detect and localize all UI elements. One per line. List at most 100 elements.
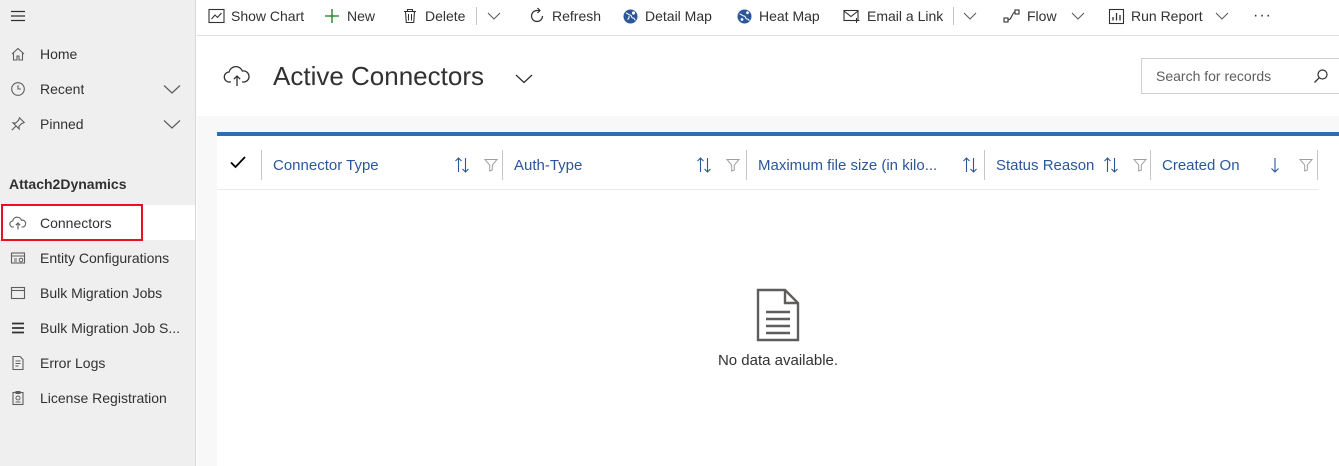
- sidebar-item-pinned[interactable]: Pinned: [0, 106, 195, 141]
- entity-config-icon: [9, 249, 27, 267]
- detail-map-label: Detail Map: [645, 8, 712, 24]
- column-header-connector-type[interactable]: Connector Type: [261, 150, 502, 180]
- show-chart-button[interactable]: Show Chart: [207, 0, 304, 32]
- sidebar-item-label: Pinned: [40, 115, 84, 132]
- search-box: [1141, 58, 1339, 94]
- sidebar-item-label: Bulk Migration Job S...: [40, 319, 181, 336]
- empty-message: No data available.: [717, 352, 839, 369]
- refresh-icon: [528, 7, 546, 25]
- new-button[interactable]: New: [323, 0, 375, 32]
- sort-icon[interactable]: [1103, 156, 1119, 177]
- trash-icon: [401, 7, 419, 25]
- column-label: Connector Type: [273, 156, 379, 174]
- column-label: Auth-Type: [514, 156, 583, 174]
- refresh-label: Refresh: [552, 8, 602, 24]
- delete-button[interactable]: Delete: [401, 0, 465, 32]
- report-icon: [1107, 7, 1125, 25]
- flow-icon: [1003, 7, 1021, 25]
- heat-map-button[interactable]: Heat Map: [735, 0, 820, 32]
- pin-icon: [9, 115, 27, 133]
- chevron-down-icon: [487, 8, 501, 24]
- sidebar-item-label: Connectors: [40, 214, 112, 231]
- sidebar: Home Recent Pinned Attach2Dynamics Conne…: [0, 0, 196, 466]
- email-link-label: Email a Link: [867, 8, 944, 24]
- sidebar-item-home[interactable]: Home: [0, 36, 195, 71]
- sidebar-item-bulk-migration-jobs[interactable]: Bulk Migration Jobs: [0, 275, 195, 310]
- sort-icon[interactable]: [454, 156, 470, 177]
- window-icon: [9, 284, 27, 302]
- license-icon: [9, 389, 27, 407]
- column-header-auth-type[interactable]: Auth-Type: [502, 150, 746, 180]
- main-content: Active Connectors Connector Type: [197, 37, 1339, 466]
- flow-label: Flow: [1027, 8, 1057, 24]
- sidebar-item-error-logs[interactable]: Error Logs: [0, 345, 195, 380]
- sidebar-group-title: Attach2Dynamics: [9, 176, 127, 192]
- command-bar: Show Chart New Delete Refresh Detail Map: [197, 0, 1339, 36]
- empty-state: No data available.: [217, 288, 1339, 369]
- email-link-button[interactable]: Email a Link: [843, 0, 943, 32]
- select-all-checkmark-icon[interactable]: [229, 154, 247, 173]
- sort-icon[interactable]: [696, 156, 712, 177]
- chart-icon: [207, 7, 225, 25]
- sidebar-item-label: Bulk Migration Jobs: [40, 284, 163, 301]
- globe-map-icon: [621, 7, 639, 25]
- view-selector-chevron-icon[interactable]: [515, 71, 533, 87]
- records-grid: Connector Type Auth-Type Maximum file si…: [217, 132, 1339, 466]
- flow-button[interactable]: Flow: [1003, 0, 1085, 32]
- search-icon[interactable]: [1313, 68, 1329, 87]
- chevron-down-icon: [1215, 8, 1229, 24]
- grid-header: Connector Type Auth-Type Maximum file si…: [217, 136, 1319, 190]
- filter-icon[interactable]: [483, 158, 499, 175]
- column-label: Created On: [1162, 156, 1240, 174]
- sidebar-item-label: Home: [40, 45, 78, 62]
- more-commands-button[interactable]: ···: [1253, 0, 1272, 32]
- clock-icon: [9, 80, 27, 98]
- filter-icon[interactable]: [1298, 158, 1314, 175]
- error-log-icon: [9, 354, 27, 372]
- email-options-dropdown[interactable]: [963, 0, 977, 32]
- column-header-max-file-size[interactable]: Maximum file size (in kilo...: [746, 150, 984, 180]
- heat-map-label: Heat Map: [759, 8, 820, 24]
- list-icon: [9, 319, 27, 337]
- toolbar-divider: [476, 7, 477, 25]
- sidebar-item-label: Entity Configurations: [40, 249, 170, 266]
- detail-map-button[interactable]: Detail Map: [621, 0, 712, 32]
- email-link-icon: [843, 7, 861, 25]
- refresh-button[interactable]: Refresh: [528, 0, 601, 32]
- chevron-down-icon: [1071, 8, 1085, 24]
- globe-heat-icon: [735, 7, 753, 25]
- column-header-status-reason[interactable]: Status Reason: [984, 150, 1150, 180]
- plus-icon: [323, 7, 341, 25]
- home-icon: [9, 45, 27, 63]
- delete-label: Delete: [425, 8, 466, 24]
- view-header: Active Connectors: [197, 37, 1339, 116]
- show-chart-label: Show Chart: [231, 8, 305, 24]
- more-icon: ···: [1253, 7, 1272, 24]
- chevron-down-icon[interactable]: [163, 117, 181, 133]
- column-label: Status Reason: [996, 156, 1095, 174]
- cloud-upload-icon: [223, 64, 251, 91]
- filter-icon[interactable]: [725, 158, 741, 175]
- hamburger-menu-icon[interactable]: [10, 8, 26, 24]
- cloud-upload-icon: [9, 214, 27, 232]
- sidebar-item-label: Recent: [40, 80, 85, 97]
- delete-options-dropdown[interactable]: [487, 0, 501, 32]
- search-input[interactable]: [1142, 68, 1302, 84]
- sidebar-item-bulk-migration-job-status[interactable]: Bulk Migration Job S...: [0, 310, 195, 345]
- column-label: Maximum file size (in kilo...: [758, 156, 938, 174]
- sidebar-item-label: License Registration: [40, 389, 167, 406]
- chevron-down-icon[interactable]: [163, 82, 181, 98]
- sidebar-item-entity-configurations[interactable]: Entity Configurations: [0, 240, 195, 275]
- sidebar-item-license-registration[interactable]: License Registration: [0, 380, 195, 415]
- page-title: Active Connectors: [273, 61, 484, 91]
- sidebar-item-connectors[interactable]: Connectors: [0, 205, 195, 240]
- document-icon: [217, 288, 1339, 342]
- run-report-button[interactable]: Run Report: [1107, 0, 1229, 32]
- chevron-down-icon: [963, 8, 977, 24]
- toolbar-divider: [953, 7, 954, 25]
- sort-icon[interactable]: [962, 156, 978, 177]
- column-header-created-on[interactable]: Created On: [1150, 150, 1318, 180]
- filter-icon[interactable]: [1132, 158, 1148, 175]
- sidebar-item-recent[interactable]: Recent: [0, 71, 195, 106]
- sort-descending-icon[interactable]: [1269, 156, 1281, 177]
